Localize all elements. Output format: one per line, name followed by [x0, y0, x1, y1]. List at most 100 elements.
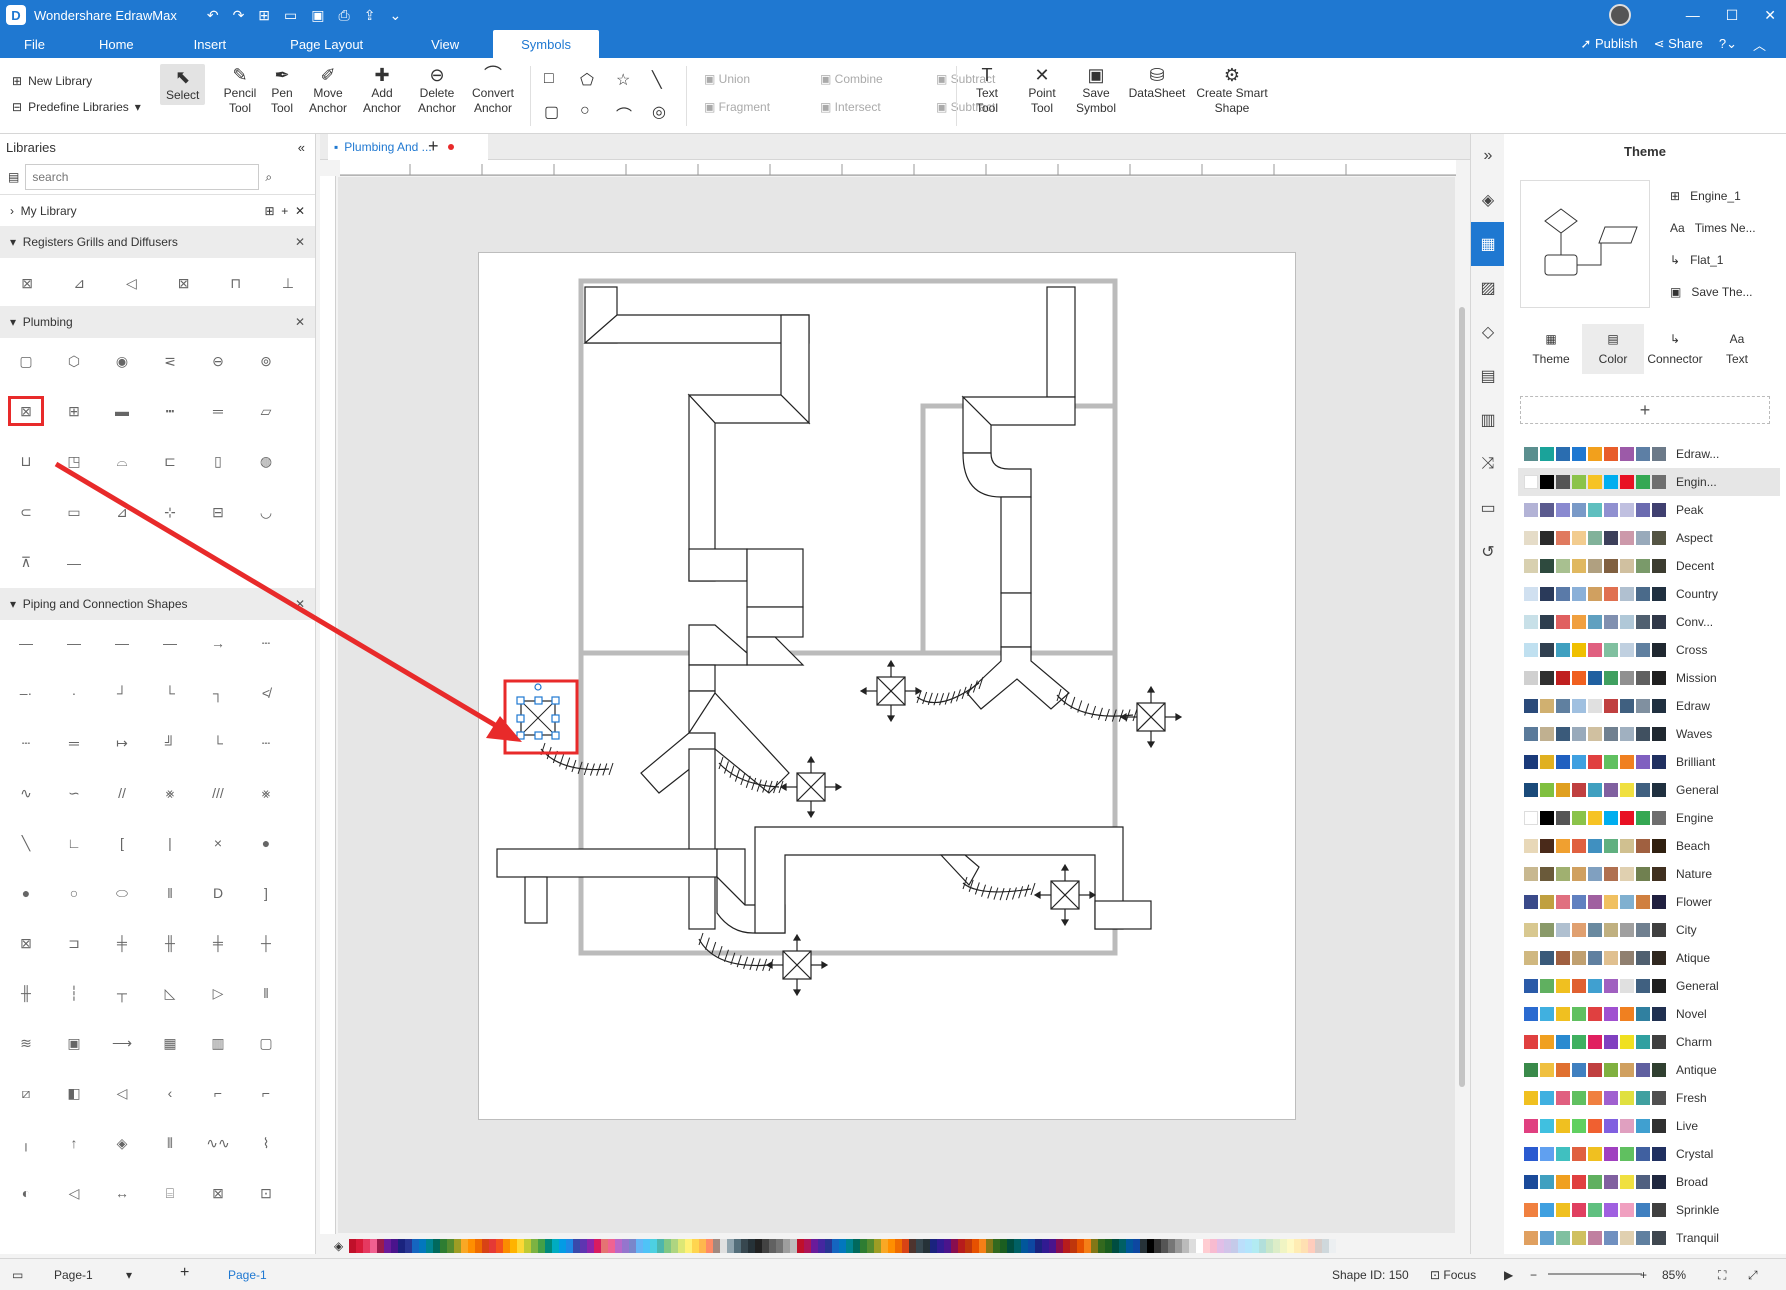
- palette-swatch[interactable]: [468, 1239, 476, 1253]
- palette-swatch[interactable]: [454, 1239, 462, 1253]
- palette-swatch[interactable]: [503, 1239, 511, 1253]
- palette-swatch[interactable]: [804, 1239, 812, 1253]
- zoom-in-icon[interactable]: +: [1640, 1268, 1647, 1282]
- theme-row[interactable]: Edraw: [1518, 692, 1780, 720]
- pipe-arrow-symbol[interactable]: →: [200, 628, 236, 658]
- palette-swatch[interactable]: [363, 1239, 371, 1253]
- shuffle-icon[interactable]: ⤨: [1471, 442, 1505, 486]
- palette-swatch[interactable]: [818, 1239, 826, 1253]
- left-triangle-symbol[interactable]: ◁: [56, 1178, 92, 1208]
- tab-home[interactable]: Home: [69, 30, 164, 58]
- pentagon-shape-icon[interactable]: ⬠: [580, 70, 616, 90]
- grill-symbol[interactable]: ⊿: [62, 268, 96, 298]
- tee-symbol[interactable]: ┬: [104, 978, 140, 1008]
- palette-swatch[interactable]: [944, 1239, 952, 1253]
- close-icon[interactable]: ✕: [1764, 7, 1776, 24]
- rectangle-shape-icon[interactable]: □: [544, 70, 580, 90]
- avatar[interactable]: [1609, 4, 1631, 26]
- palette-swatch[interactable]: [699, 1239, 707, 1253]
- vent-symbol[interactable]: ⊓: [219, 268, 253, 298]
- tab-page-layout[interactable]: Page Layout: [256, 30, 397, 58]
- palette-swatch[interactable]: [1014, 1239, 1022, 1253]
- palette-swatch[interactable]: [524, 1239, 532, 1253]
- point-tool-button[interactable]: ✕ Point Tool: [1024, 64, 1060, 116]
- palette-swatch[interactable]: [1070, 1239, 1078, 1253]
- diffuser[interactable]: [1033, 863, 1097, 927]
- pipe-dot-symbol[interactable]: ·: [56, 678, 92, 708]
- palette-swatch[interactable]: [720, 1239, 728, 1253]
- cross-symbol[interactable]: ×: [200, 828, 236, 858]
- palette-swatch[interactable]: [566, 1239, 574, 1253]
- palette-swatch[interactable]: [1217, 1239, 1225, 1253]
- palette-swatch[interactable]: [1301, 1239, 1309, 1253]
- data-icon[interactable]: ▥: [1471, 398, 1505, 442]
- theme-row[interactable]: Engin...: [1518, 468, 1780, 496]
- selection-handle[interactable]: [516, 731, 525, 740]
- palette-swatch[interactable]: [475, 1239, 483, 1253]
- palette-swatch[interactable]: [762, 1239, 770, 1253]
- pipe-dashdot-symbol[interactable]: –·: [8, 678, 44, 708]
- selection-handle[interactable]: [516, 714, 525, 723]
- move-anchor-button[interactable]: ✐ Move Anchor: [308, 64, 348, 116]
- plug-symbol[interactable]: ▷: [200, 978, 236, 1008]
- pipe-step-symbol[interactable]: ┐: [200, 678, 236, 708]
- shower-symbol[interactable]: ⊿: [104, 497, 140, 527]
- theme-row[interactable]: Sprinkle: [1518, 1196, 1780, 1224]
- palette-swatch[interactable]: [902, 1239, 910, 1253]
- palette-swatch[interactable]: [489, 1239, 497, 1253]
- palette-swatch[interactable]: [1105, 1239, 1113, 1253]
- palette-swatch[interactable]: [580, 1239, 588, 1253]
- palette-swatch[interactable]: [811, 1239, 819, 1253]
- theme-row[interactable]: City: [1518, 916, 1780, 944]
- palette-swatch[interactable]: [685, 1239, 693, 1253]
- vertical-scrollbar[interactable]: [1455, 177, 1469, 1233]
- theme-option-font[interactable]: Aa Times Ne...: [1670, 212, 1756, 244]
- fill-icon[interactable]: ◈: [334, 1239, 343, 1253]
- theme-row[interactable]: Atique: [1518, 944, 1780, 972]
- valve-symbol[interactable]: ⊥: [271, 268, 305, 298]
- selection-handle[interactable]: [534, 731, 543, 740]
- diffuser-symbol[interactable]: ⊠: [10, 268, 44, 298]
- print-icon[interactable]: ⎙: [339, 7, 350, 24]
- palette-swatch[interactable]: [1182, 1239, 1190, 1253]
- dot-box-symbol[interactable]: ⊡: [248, 1178, 284, 1208]
- double-line-symbol[interactable]: ‖: [152, 878, 188, 908]
- section-plumbing[interactable]: ▾ Plumbing ✕: [0, 306, 315, 338]
- theme-row[interactable]: Crystal: [1518, 1140, 1780, 1168]
- predefine-libraries-button[interactable]: ⊟ Predefine Libraries ▾: [12, 94, 141, 120]
- palette-swatch[interactable]: [594, 1239, 602, 1253]
- slash-x-symbol[interactable]: ⨳: [248, 778, 284, 808]
- pen-tool-button[interactable]: ✒ Pen Tool: [268, 64, 296, 116]
- arrow-line-symbol[interactable]: ⟶: [104, 1028, 140, 1058]
- palette-swatch[interactable]: [1133, 1239, 1141, 1253]
- datasheet-button[interactable]: ⛁ DataSheet: [1129, 64, 1186, 101]
- sink-symbol[interactable]: ◳: [56, 447, 92, 477]
- theme-option-style[interactable]: ⊞ Engine_1: [1670, 180, 1756, 212]
- hook-symbol[interactable]: ⌐: [248, 1078, 284, 1108]
- palette-swatch[interactable]: [1126, 1239, 1134, 1253]
- bellows-symbol[interactable]: ⦀: [152, 1128, 188, 1158]
- pipe-line-symbol[interactable]: —: [8, 628, 44, 658]
- palette-swatch[interactable]: [1161, 1239, 1169, 1253]
- theme-row[interactable]: Flower: [1518, 888, 1780, 916]
- palette-swatch[interactable]: [1322, 1239, 1330, 1253]
- flange-symbol[interactable]: ╪: [200, 928, 236, 958]
- palette-swatch[interactable]: [447, 1239, 455, 1253]
- tub-symbol[interactable]: ⊂: [8, 497, 44, 527]
- section-registers[interactable]: ▾ Registers Grills and Diffusers ✕: [0, 226, 315, 258]
- palette-swatch[interactable]: [636, 1239, 644, 1253]
- bath-symbol[interactable]: ▭: [56, 497, 92, 527]
- dot-symbol[interactable]: ●: [8, 878, 44, 908]
- reducer-symbol[interactable]: ⋜: [152, 346, 188, 376]
- basin-symbol[interactable]: ⊔: [8, 447, 44, 477]
- palette-swatch[interactable]: [370, 1239, 378, 1253]
- palette-swatch[interactable]: [356, 1239, 364, 1253]
- select-button[interactable]: ⬉ Select: [160, 64, 206, 105]
- xxx-symbol[interactable]: ⊠: [8, 928, 44, 958]
- maximize-icon[interactable]: ☐: [1726, 7, 1739, 24]
- palette-swatch[interactable]: [923, 1239, 931, 1253]
- meter-symbol[interactable]: ◍: [248, 447, 284, 477]
- palette-swatch[interactable]: [790, 1239, 798, 1253]
- duct-symbol[interactable]: ⊟: [200, 497, 236, 527]
- palette-swatch[interactable]: [1077, 1239, 1085, 1253]
